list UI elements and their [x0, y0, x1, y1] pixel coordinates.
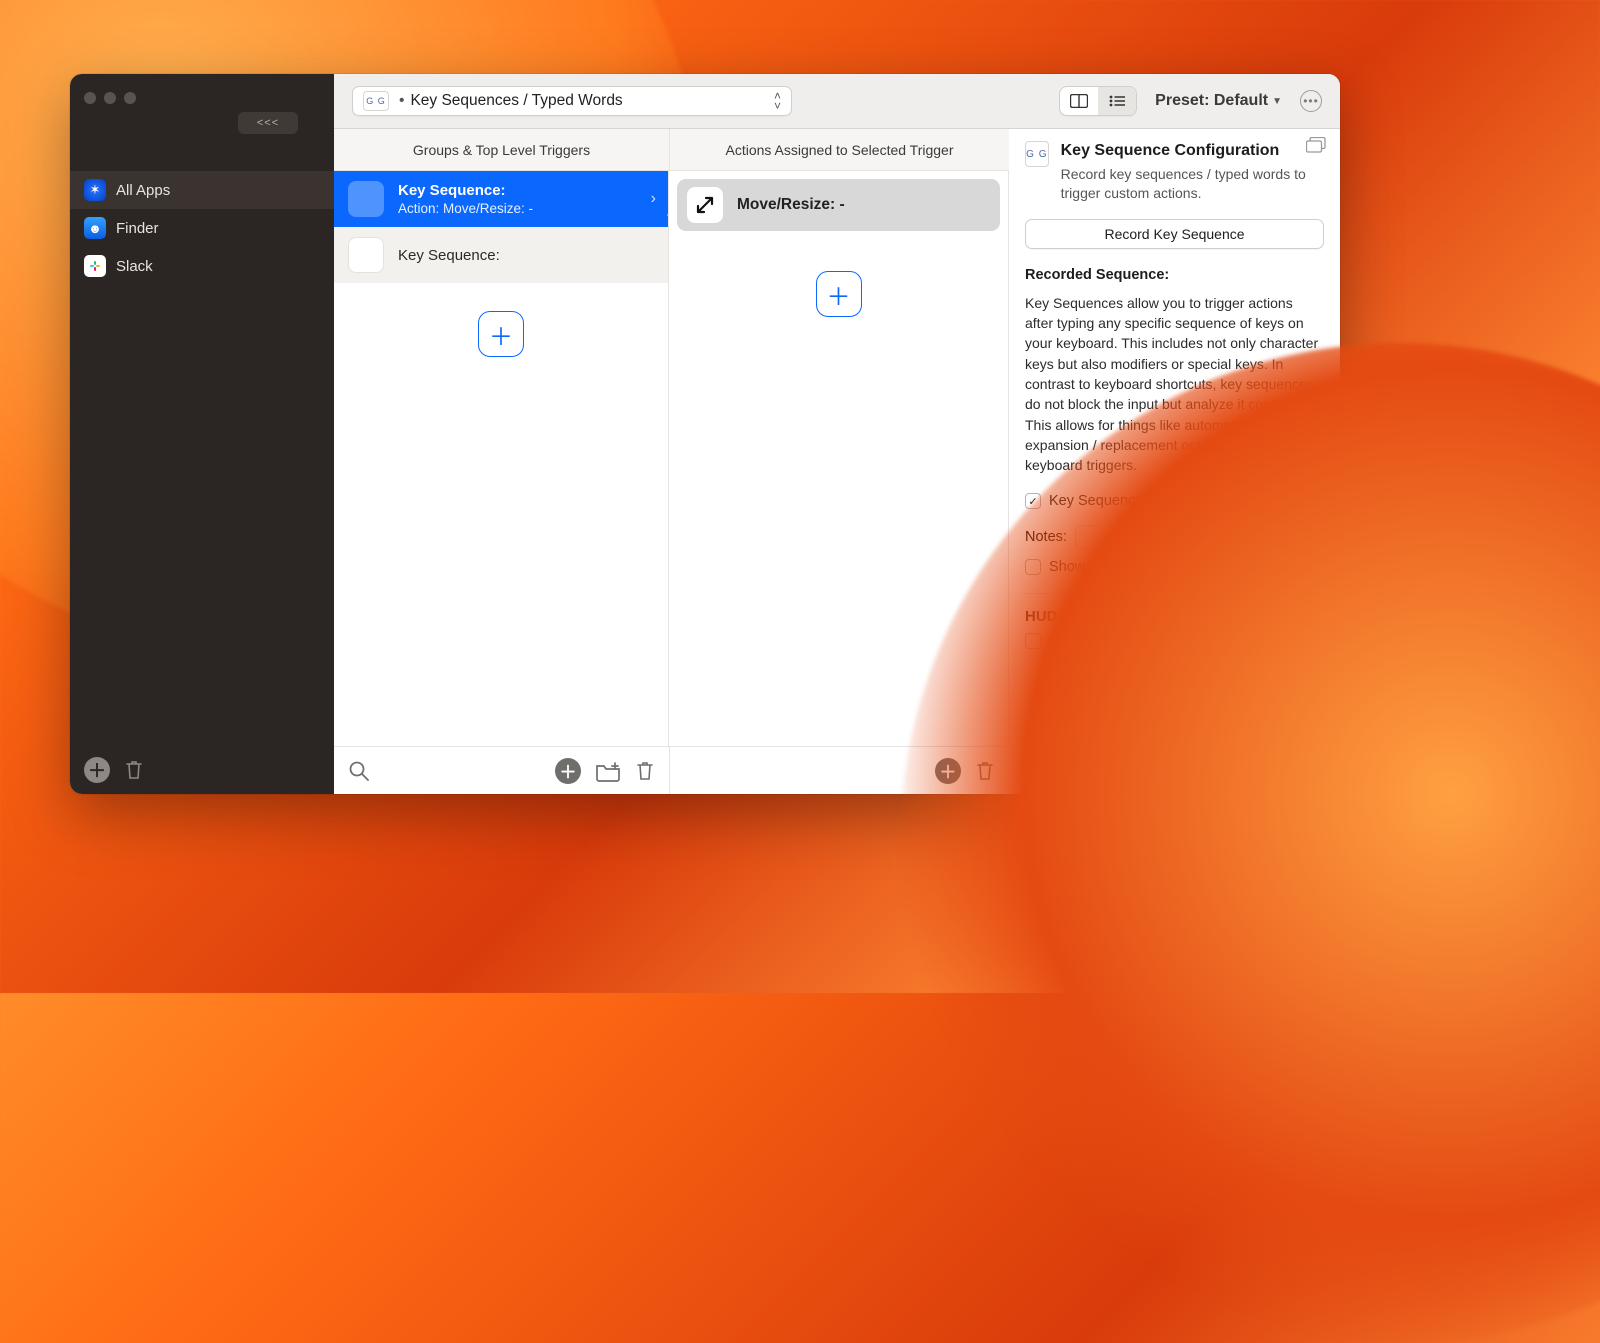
- trigger-title: Key Sequence:: [398, 182, 533, 199]
- preset-dropdown[interactable]: Preset: Default ▼: [1155, 92, 1282, 110]
- finder-icon: ☻: [84, 217, 106, 239]
- notes-input[interactable]: [1075, 525, 1294, 549]
- action-row[interactable]: Move/Resize: -: [677, 179, 1000, 231]
- trigger-thumb-icon: [348, 181, 384, 217]
- active-checkbox[interactable]: ✓: [1025, 493, 1041, 509]
- toolbar: G G • Key Sequences / Typed Words ˄˅ Pre…: [334, 74, 1340, 129]
- triggers-column-header: Groups & Top Level Triggers: [334, 129, 669, 171]
- config-title: Key Sequence Configuration: [1061, 141, 1324, 161]
- app-window: <<< G G • Key Sequences / Typed Words ˄˅…: [70, 74, 1340, 794]
- back-button[interactable]: <<<: [238, 112, 298, 134]
- trash-icon[interactable]: [124, 759, 144, 781]
- triggers-column: Key Sequence: Action: Move/Resize: - Key…: [334, 171, 669, 746]
- trigger-title: Key Sequence:: [398, 247, 500, 264]
- notes-label: Notes:: [1025, 529, 1067, 545]
- list-view-button[interactable]: [1098, 87, 1136, 115]
- search-icon[interactable]: [348, 760, 370, 782]
- more-menu-button[interactable]: •••: [1300, 90, 1322, 112]
- window-controls[interactable]: [84, 92, 136, 104]
- sidebar-item-label: All Apps: [116, 182, 170, 199]
- sidebar-item-all-apps[interactable]: ✶ All Apps: [70, 171, 334, 209]
- trigger-row-selected[interactable]: Key Sequence: Action: Move/Resize: -: [334, 171, 668, 227]
- trash-icon[interactable]: [635, 760, 655, 782]
- action-title: Move/Resize: -: [737, 196, 845, 214]
- trigger-subtitle: Action: Move/Resize: -: [398, 201, 533, 216]
- emoji-picker-button[interactable]: 😀: [1302, 527, 1324, 548]
- sidebar-footer: ＋: [70, 746, 334, 794]
- trigger-category-select[interactable]: G G • Key Sequences / Typed Words ˄˅: [352, 86, 792, 116]
- chevron-updown-icon: ˄˅: [774, 91, 781, 111]
- actions-column: Move/Resize: - ＋: [669, 171, 1009, 746]
- sidebar-item-label: Finder: [116, 220, 159, 237]
- view-mode-segment: [1059, 86, 1137, 116]
- sidebar-item-label: Slack: [116, 258, 153, 275]
- triggers-footer: ＋: [334, 746, 669, 794]
- show-notes-checkbox[interactable]: [1025, 559, 1041, 575]
- sidebar-item-slack[interactable]: Slack: [70, 247, 334, 285]
- active-checkbox-label: Key Sequence is Active: [1049, 493, 1201, 509]
- trigger-thumb-icon: [348, 237, 384, 273]
- add-trigger-footer-button[interactable]: ＋: [555, 758, 581, 784]
- add-app-button[interactable]: ＋: [84, 757, 110, 783]
- sidebar-titlebar: <<<: [70, 74, 334, 171]
- move-resize-icon: [687, 187, 723, 223]
- hud-section-title: HUD Overlay: [1025, 608, 1324, 625]
- minimize-icon[interactable]: [104, 92, 116, 104]
- show-notes-label: Show notes instead of description: [1049, 559, 1266, 575]
- add-action-footer-button[interactable]: ＋: [935, 758, 961, 784]
- trigger-category-label: Key Sequences / Typed Words: [410, 92, 622, 110]
- new-folder-icon[interactable]: [595, 760, 621, 782]
- actions-column-header: Actions Assigned to Selected Trigger: [669, 129, 1009, 171]
- bullet-icon: •: [399, 92, 404, 110]
- globe-icon: ✶: [84, 179, 106, 201]
- config-panel: G G Key Sequence Configuration Record ke…: [1009, 129, 1340, 794]
- trigger-row[interactable]: Key Sequence:: [334, 227, 668, 283]
- close-icon[interactable]: [84, 92, 96, 104]
- sidebar-item-finder[interactable]: ☻ Finder: [70, 209, 334, 247]
- trash-icon[interactable]: [975, 760, 995, 782]
- hud-show-label: Show when Key Sequence is triggered: [1049, 633, 1298, 649]
- recorded-sequence-label: Recorded Sequence:: [1025, 267, 1324, 283]
- hud-show-checkbox[interactable]: [1025, 633, 1041, 649]
- preset-label: Preset: Default: [1155, 92, 1268, 110]
- windows-stack-icon[interactable]: [1306, 137, 1326, 153]
- record-sequence-button[interactable]: Record Key Sequence: [1025, 219, 1324, 249]
- columns-view-button[interactable]: [1060, 87, 1098, 115]
- actions-footer: ＋: [669, 746, 1009, 794]
- add-trigger-button[interactable]: ＋: [478, 311, 524, 357]
- config-description: Key Sequences allow you to trigger actio…: [1025, 293, 1324, 476]
- slack-icon: [84, 255, 106, 277]
- add-action-button[interactable]: ＋: [816, 271, 862, 317]
- chevron-down-icon: ▼: [1272, 96, 1282, 107]
- key-sequence-badge-icon: G G: [363, 91, 389, 111]
- config-subtitle: Record key sequences / typed words to tr…: [1061, 165, 1324, 203]
- key-sequence-badge-icon: G G: [1025, 141, 1049, 167]
- app-sidebar: ✶ All Apps ☻ Finder Slack ＋: [70, 171, 334, 794]
- zoom-icon[interactable]: [124, 92, 136, 104]
